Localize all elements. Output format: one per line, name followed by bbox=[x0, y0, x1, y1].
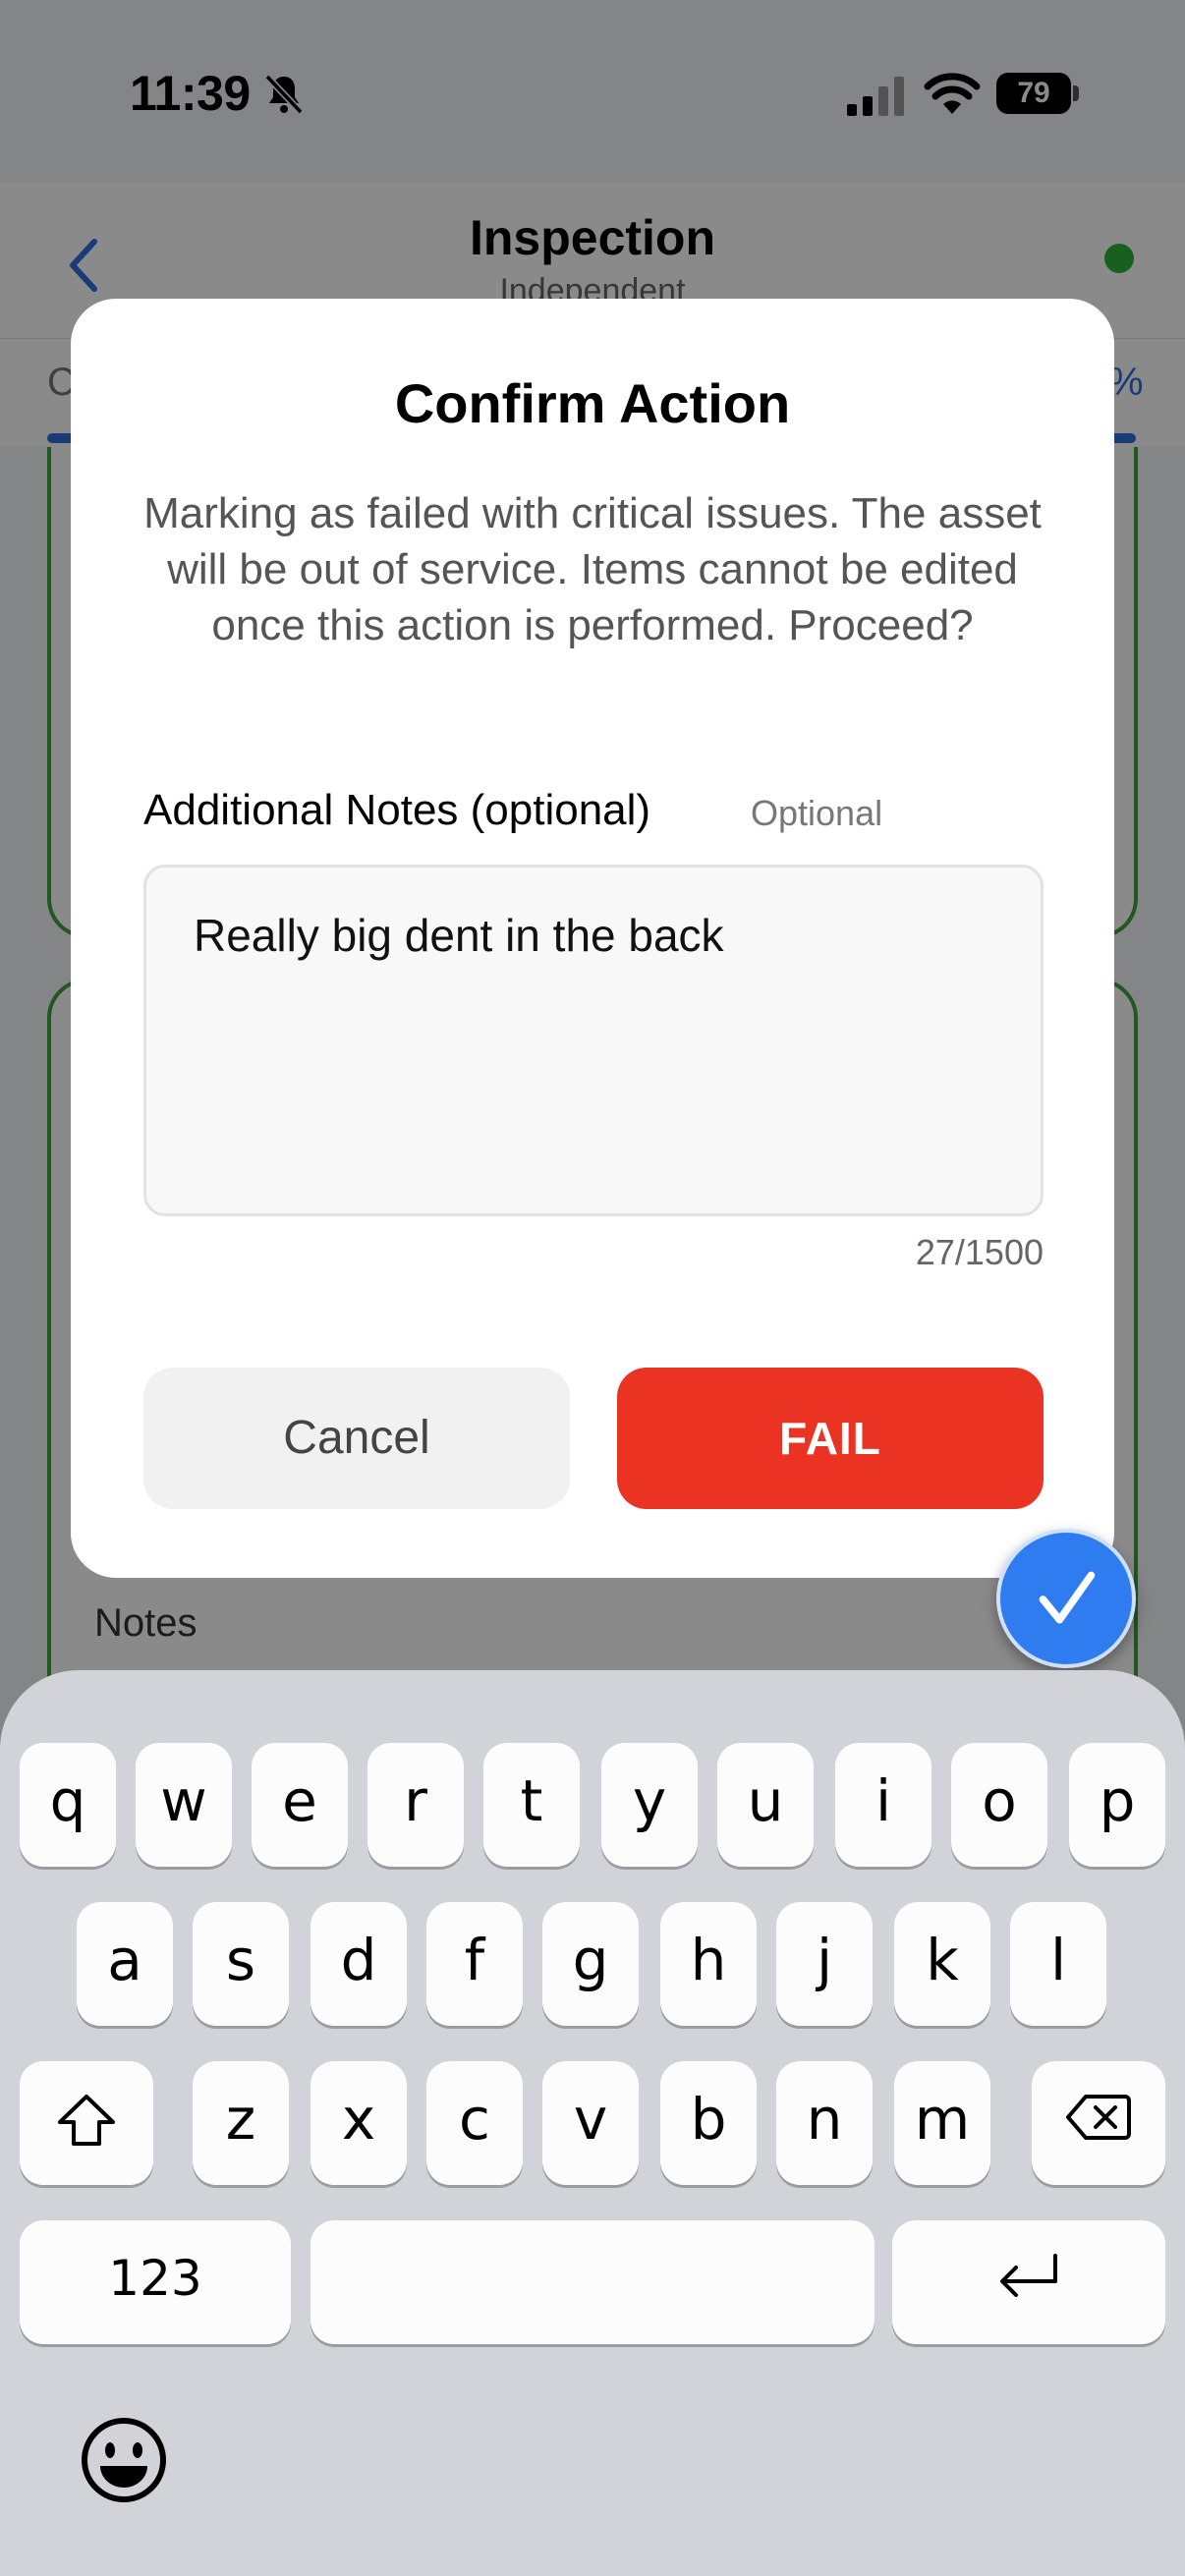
char-counter: 27/1500 bbox=[915, 1232, 1044, 1272]
notes-field-label: Additional Notes (optional) bbox=[143, 786, 651, 834]
checkmark-icon bbox=[1039, 1571, 1096, 1624]
key-e[interactable]: e bbox=[252, 1743, 348, 1867]
key-v[interactable]: v bbox=[542, 2061, 639, 2185]
return-key[interactable] bbox=[892, 2220, 1165, 2344]
numbers-key[interactable]: 123 bbox=[20, 2220, 291, 2344]
key-z[interactable]: z bbox=[193, 2061, 289, 2185]
key-s[interactable]: s bbox=[193, 1902, 289, 2026]
dialog-message: Marking as failed with critical issues. … bbox=[143, 489, 1042, 649]
backspace-icon bbox=[1066, 2095, 1131, 2140]
confirm-fab-button[interactable] bbox=[996, 1529, 1136, 1668]
key-b[interactable]: b bbox=[660, 2061, 757, 2185]
key-r[interactable]: r bbox=[367, 1743, 464, 1867]
emoji-icon[interactable] bbox=[79, 2415, 169, 2505]
key-g[interactable]: g bbox=[542, 1902, 639, 2026]
shift-icon bbox=[58, 2095, 115, 2146]
key-a[interactable]: a bbox=[77, 1902, 173, 2026]
onscreen-keyboard: q w e r t y u i o p a s d f g h j k l z … bbox=[0, 1670, 1185, 2576]
key-y[interactable]: y bbox=[601, 1743, 698, 1867]
key-n[interactable]: n bbox=[776, 2061, 873, 2185]
key-k[interactable]: k bbox=[894, 1902, 990, 2026]
key-d[interactable]: d bbox=[310, 1902, 407, 2026]
key-i[interactable]: i bbox=[835, 1743, 931, 1867]
delete-key[interactable] bbox=[1032, 2061, 1165, 2185]
key-w[interactable]: w bbox=[136, 1743, 232, 1867]
key-t[interactable]: t bbox=[483, 1743, 580, 1867]
return-icon bbox=[1000, 2254, 1057, 2297]
notes-textarea[interactable]: Really big dent in the back bbox=[143, 865, 1044, 1216]
key-m[interactable]: m bbox=[894, 2061, 990, 2185]
cancel-button[interactable]: Cancel bbox=[143, 1368, 570, 1509]
key-c[interactable]: c bbox=[426, 2061, 523, 2185]
key-f[interactable]: f bbox=[426, 1902, 523, 2026]
key-j[interactable]: j bbox=[776, 1902, 873, 2026]
key-h[interactable]: h bbox=[660, 1902, 757, 2026]
key-o[interactable]: o bbox=[951, 1743, 1047, 1867]
key-u[interactable]: u bbox=[717, 1743, 814, 1867]
space-key[interactable] bbox=[310, 2220, 875, 2344]
key-x[interactable]: x bbox=[310, 2061, 407, 2185]
key-p[interactable]: p bbox=[1069, 1743, 1165, 1867]
fail-button[interactable]: FAIL bbox=[617, 1368, 1044, 1509]
confirm-dialog: Confirm Action Marking as failed with cr… bbox=[71, 299, 1114, 1578]
optional-tag: Optional bbox=[751, 793, 883, 833]
shift-key[interactable] bbox=[20, 2061, 153, 2185]
key-l[interactable]: l bbox=[1010, 1902, 1106, 2026]
key-q[interactable]: q bbox=[20, 1743, 116, 1867]
dialog-title: Confirm Action bbox=[394, 372, 791, 434]
